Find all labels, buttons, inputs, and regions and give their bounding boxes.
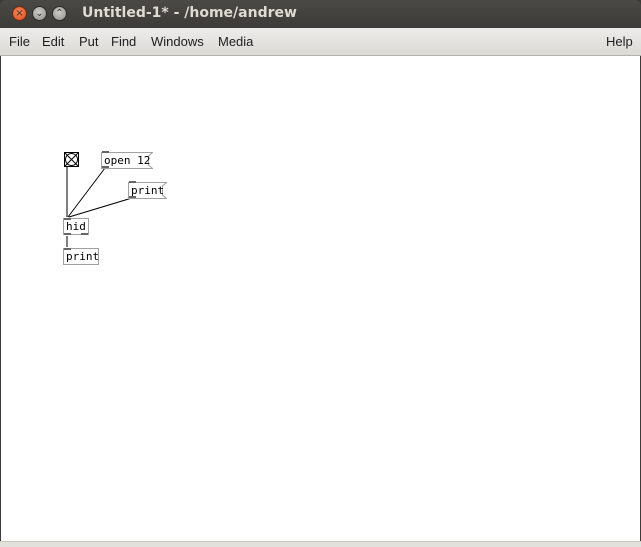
object-hid[interactable]: hid [63,218,89,235]
outlet-left[interactable] [64,233,71,235]
menu-edit[interactable]: Edit [42,34,64,49]
inlet[interactable] [64,248,71,250]
close-window-button[interactable]: × [12,6,27,21]
message-print[interactable]: print [128,181,167,199]
message-open-label: open 12 [104,154,151,167]
wire-print-msg-to-hid[interactable] [68,197,133,218]
maximize-icon: ⌃ [55,7,64,19]
menu-media[interactable]: Media [218,34,253,49]
bang-button[interactable] [64,152,79,167]
minimize-icon: ⌄ [35,7,44,19]
bang-x-icon [65,153,78,166]
outlet[interactable] [102,166,109,168]
outlet[interactable] [129,196,136,198]
menu-put[interactable]: Put [79,34,99,49]
menu-windows[interactable]: Windows [151,34,204,49]
outlet-right[interactable] [81,233,88,235]
object-print-label: print [66,250,100,263]
maximize-window-button[interactable]: ⌃ [52,6,67,21]
inlet[interactable] [129,181,136,183]
menu-help[interactable]: Help [606,34,633,49]
menu-find[interactable]: Find [111,34,136,49]
object-print[interactable]: print [63,248,99,265]
patch-canvas[interactable]: open 12 print hid print [1,56,640,541]
minimize-window-button[interactable]: ⌄ [32,6,47,21]
window-bottom-border [0,541,641,547]
inlet[interactable] [64,218,71,220]
wire-open-to-hid[interactable] [67,167,106,218]
menu-bar: File Edit Put Find Windows Media Help [0,28,641,56]
inlet[interactable] [102,151,109,153]
patch-connections [66,167,133,247]
window-title: Untitled-1* - /home/andrew [82,5,297,21]
close-icon: × [15,7,24,19]
menu-file[interactable]: File [9,34,30,49]
message-open[interactable]: open 12 [101,151,153,169]
object-hid-label: hid [66,220,86,233]
title-bar: × ⌄ ⌃ Untitled-1* - /home/andrew [0,0,641,28]
